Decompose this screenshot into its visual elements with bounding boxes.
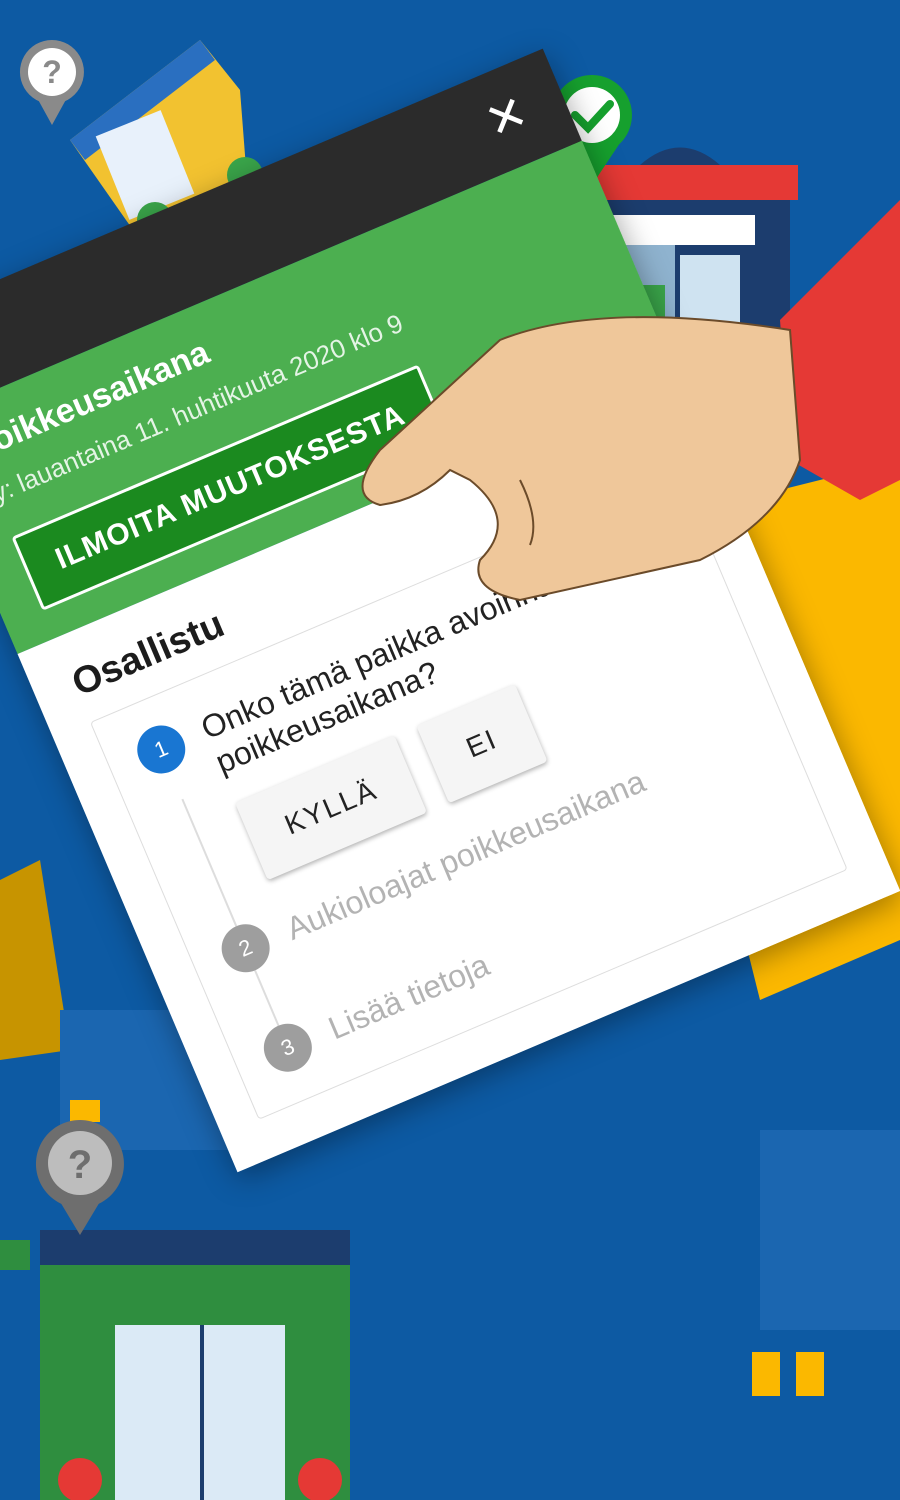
svg-text:?: ?: [68, 1143, 92, 1187]
step-number: 1: [129, 717, 193, 781]
no-button[interactable]: EI: [416, 683, 548, 803]
step-number: 3: [256, 1015, 320, 1079]
pharmacy-building: [0, 1230, 350, 1500]
svg-text:?: ?: [42, 54, 62, 90]
close-icon[interactable]: ✕: [478, 85, 536, 150]
